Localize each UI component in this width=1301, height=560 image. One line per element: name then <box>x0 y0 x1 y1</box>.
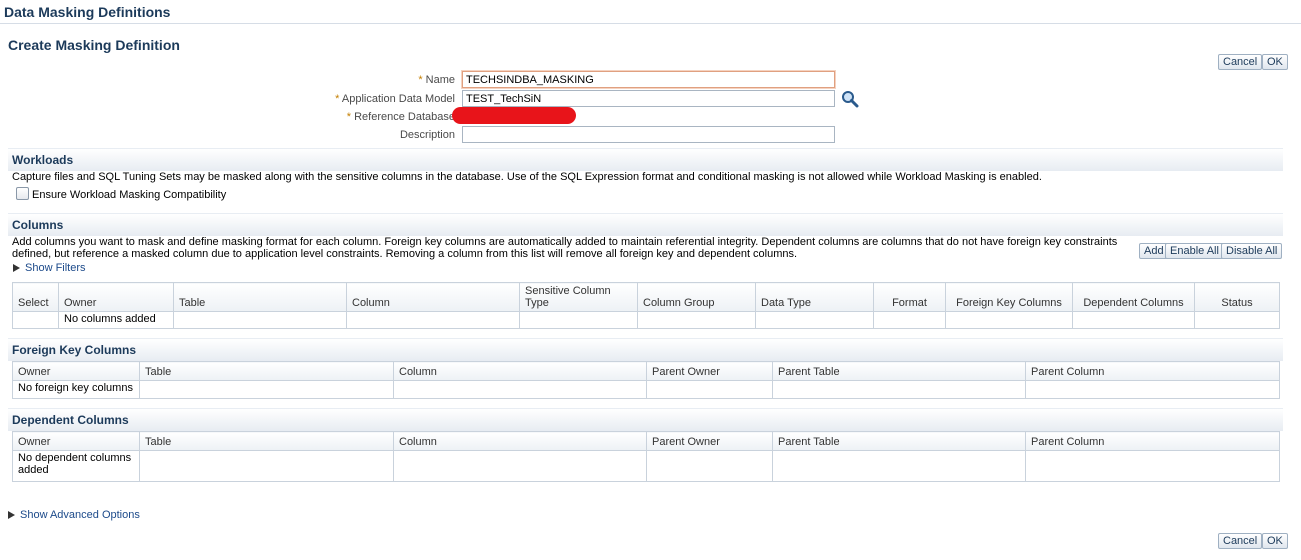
fk-header-parent-column[interactable]: Parent Column <box>1025 361 1280 381</box>
columns-table: Select Owner Table Column Sensitive Colu… <box>12 282 1280 329</box>
workload-compatibility-checkbox[interactable] <box>16 187 29 200</box>
show-advanced-options-label: Show Advanced Options <box>20 509 140 521</box>
fk-header-owner[interactable]: Owner <box>12 361 140 381</box>
header-divider <box>0 23 1301 24</box>
cancel-button-top[interactable]: Cancel <box>1218 54 1263 70</box>
dep-header-parent-owner[interactable]: Parent Owner <box>646 431 773 451</box>
fk-header-table[interactable]: Table <box>139 361 394 381</box>
dependent-table: Owner Table Column Parent Owner Parent T… <box>12 431 1280 482</box>
application-data-model-field[interactable] <box>462 90 835 107</box>
columns-section-header: Columns <box>8 213 1283 236</box>
dep-header-owner[interactable]: Owner <box>12 431 140 451</box>
disable-all-button[interactable]: Disable All <box>1221 243 1283 259</box>
table-cell <box>646 450 773 482</box>
required-marker: * <box>418 74 423 86</box>
name-label: * Name <box>250 74 455 86</box>
table-cell <box>755 311 874 329</box>
col-header-data-type[interactable]: Data Type <box>755 282 874 312</box>
magnifier-icon[interactable] <box>841 90 859 108</box>
columns-description-line2: defined, but reference a masked column d… <box>12 248 798 260</box>
col-header-dependent-columns[interactable]: Dependent Columns <box>1072 282 1195 312</box>
table-cell <box>945 311 1073 329</box>
show-advanced-options-link[interactable]: Show Advanced Options <box>8 509 140 521</box>
workloads-title: Workloads <box>12 153 74 167</box>
fk-header-parent-table[interactable]: Parent Table <box>772 361 1026 381</box>
name-field[interactable] <box>462 71 835 88</box>
table-cell <box>346 311 520 329</box>
dep-header-table[interactable]: Table <box>139 431 394 451</box>
empty-message: No foreign key columns <box>12 380 140 399</box>
required-marker: * <box>335 93 340 105</box>
ok-button-top[interactable]: OK <box>1262 54 1288 70</box>
table-cell <box>1025 450 1280 482</box>
expand-triangle-icon <box>8 511 15 520</box>
workloads-description: Capture files and SQL Tuning Sets may be… <box>12 171 1042 183</box>
table-row: No foreign key columns <box>12 380 1280 399</box>
adm-label: * Application Data Model <box>250 93 455 105</box>
show-filters-label: Show Filters <box>25 262 86 274</box>
col-header-select[interactable]: Select <box>12 282 59 312</box>
section-heading: Create Masking Definition <box>8 37 180 53</box>
fk-header-parent-owner[interactable]: Parent Owner <box>646 361 773 381</box>
dependent-title: Dependent Columns <box>12 413 129 427</box>
table-cell <box>12 311 59 329</box>
col-header-fk-columns[interactable]: Foreign Key Columns <box>945 282 1073 312</box>
table-cell <box>873 311 946 329</box>
dep-header-parent-column[interactable]: Parent Column <box>1025 431 1280 451</box>
workload-compatibility-label: Ensure Workload Masking Compatibility <box>32 189 227 201</box>
col-header-column[interactable]: Column <box>346 282 520 312</box>
workloads-section-header: Workloads <box>8 148 1283 171</box>
table-cell <box>772 380 1026 399</box>
table-cell <box>393 450 647 482</box>
col-header-column-group[interactable]: Column Group <box>637 282 756 312</box>
table-cell <box>173 311 347 329</box>
redaction-mark <box>452 107 576 124</box>
table-cell <box>519 311 638 329</box>
name-label-text: Name <box>425 74 455 86</box>
columns-title: Columns <box>12 218 64 232</box>
col-header-owner[interactable]: Owner <box>58 282 174 312</box>
required-marker: * <box>346 111 352 123</box>
table-row: No columns added <box>12 311 1280 329</box>
table-cell <box>393 380 647 399</box>
table-cell <box>1072 311 1195 329</box>
fk-header-column[interactable]: Column <box>393 361 647 381</box>
foreign-key-section-header: Foreign Key Columns <box>8 338 1283 361</box>
show-filters-link[interactable]: Show Filters <box>13 262 86 274</box>
columns-description-line1: Add columns you want to mask and define … <box>12 236 1118 248</box>
table-cell <box>1025 380 1280 399</box>
col-header-table[interactable]: Table <box>173 282 347 312</box>
col-header-status[interactable]: Status <box>1194 282 1280 312</box>
refdb-label: * Reference Database <box>250 111 455 123</box>
table-cell <box>772 450 1026 482</box>
table-cell <box>1194 311 1280 329</box>
dependent-section-header: Dependent Columns <box>8 408 1283 431</box>
col-header-format[interactable]: Format <box>873 282 946 312</box>
table-cell <box>646 380 773 399</box>
empty-message: No dependent columns added <box>12 450 140 482</box>
cancel-button-bottom[interactable]: Cancel <box>1218 533 1263 549</box>
table-cell <box>139 450 394 482</box>
enable-all-button[interactable]: Enable All <box>1165 243 1224 259</box>
dep-header-column[interactable]: Column <box>393 431 647 451</box>
table-cell <box>139 380 394 399</box>
empty-message: No columns added <box>58 311 174 329</box>
ok-button-bottom[interactable]: OK <box>1262 533 1288 549</box>
description-label: Description <box>399 129 455 141</box>
col-header-sensitive-type[interactable]: Sensitive Column Type <box>519 282 638 312</box>
adm-label-text: Application Data Model <box>341 93 455 105</box>
dep-header-parent-table[interactable]: Parent Table <box>772 431 1026 451</box>
table-cell <box>637 311 756 329</box>
foreign-key-table: Owner Table Column Parent Owner Parent T… <box>12 361 1280 399</box>
foreign-key-title: Foreign Key Columns <box>12 343 137 357</box>
table-row: No dependent columns added <box>12 450 1280 482</box>
expand-triangle-icon <box>13 264 20 273</box>
description-field[interactable] <box>462 126 835 143</box>
refdb-label-text: Reference Database <box>354 111 455 123</box>
page-title: Data Masking Definitions <box>4 4 171 20</box>
